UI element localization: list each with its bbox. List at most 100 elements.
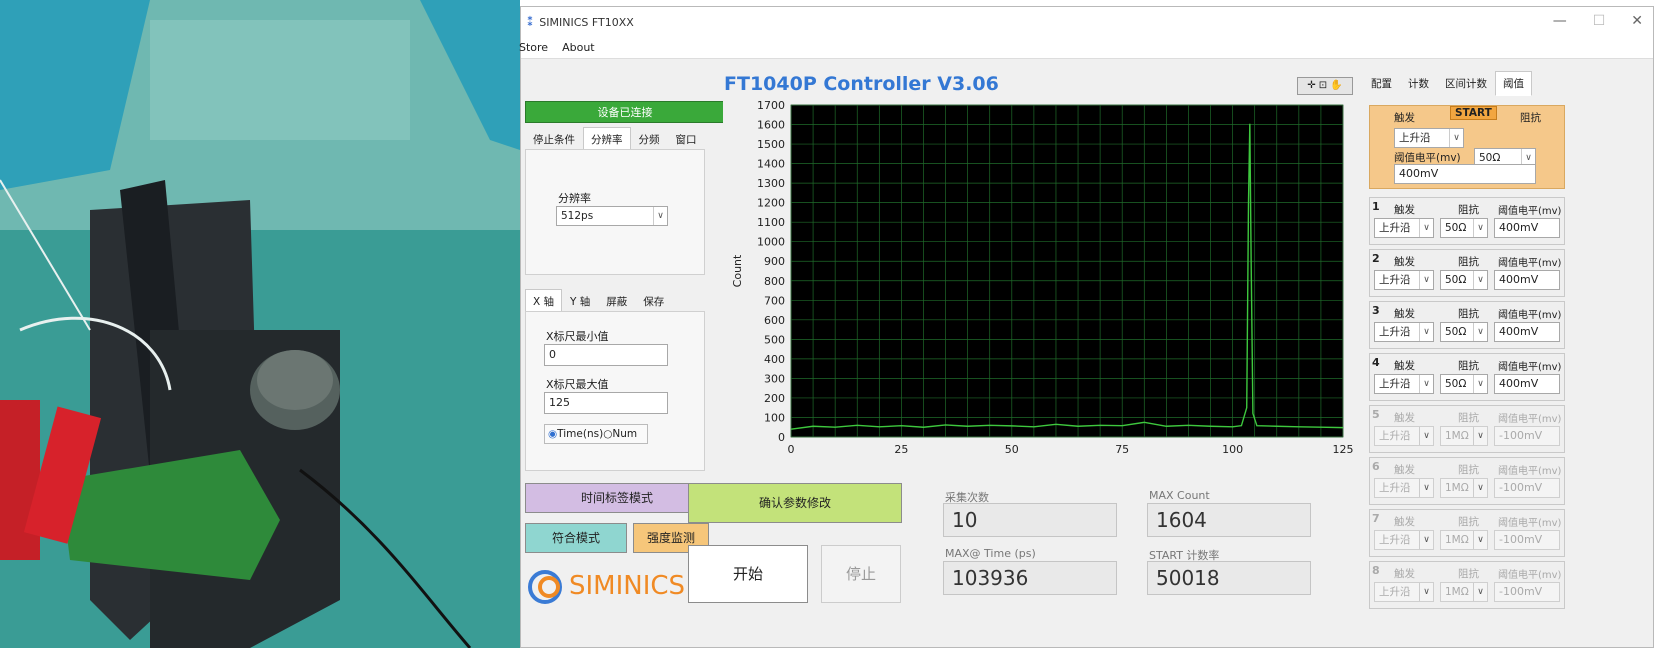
channel-trigger-select[interactable]: 上升沿 ∨ <box>1374 530 1434 550</box>
brand-logo: SIMINICS <box>525 565 711 605</box>
channel-trigger-select[interactable]: 上升沿 ∨ <box>1374 426 1434 446</box>
y-tick-label: 1300 <box>757 177 785 190</box>
channel-threshold-label: 阈值电平(mv) <box>1498 414 1562 425</box>
zoom-icon[interactable]: ⊡ <box>1319 80 1327 91</box>
channel-trigger-label: 触发 <box>1394 412 1415 424</box>
channel-threshold-input[interactable]: 400mV <box>1494 218 1560 238</box>
x-max-input[interactable]: 125 <box>544 392 668 414</box>
y-tick-label: 1200 <box>757 197 785 210</box>
right-panel: 配置 计数 区间计数 阈值 触发 START 阻抗 上升沿 ∨ 50Ω ∨ 阈值电平… <box>1363 67 1653 647</box>
channel-impedance-select[interactable]: 1MΩ ∨ <box>1440 478 1488 498</box>
channel-number: 8 <box>1372 564 1380 577</box>
channel-trigger-label: 触发 <box>1394 360 1415 372</box>
menu-store[interactable]: Store <box>519 41 548 54</box>
channel-trigger-select[interactable]: 上升沿 ∨ <box>1374 270 1434 290</box>
start-impedance-label: 阻抗 <box>1520 112 1541 124</box>
radio-time-label: Time(ns) <box>557 428 604 440</box>
maximize-icon[interactable]: ☐ <box>1593 13 1606 29</box>
y-tick-label: 0 <box>778 431 785 444</box>
x-min-input[interactable]: 0 <box>544 344 668 366</box>
channel-number: 2 <box>1372 252 1380 265</box>
channel-impedance-label: 阻抗 <box>1458 516 1479 528</box>
channel-trigger-value: 上升沿 <box>1379 482 1411 494</box>
channel-threshold-input[interactable]: 400mV <box>1494 322 1560 342</box>
pan-icon[interactable]: ✋ <box>1330 80 1342 91</box>
timetag-mode-button[interactable]: 时间标签模式 <box>525 483 709 513</box>
channel-trigger-select[interactable]: 上升沿 ∨ <box>1374 582 1434 602</box>
channel-threshold-input[interactable]: -100mV <box>1494 478 1560 498</box>
channel-trigger-label: 触发 <box>1394 568 1415 580</box>
graph-palette: ✛ ⊡ ✋ <box>1297 77 1353 95</box>
menu-about[interactable]: About <box>562 41 595 54</box>
channel-threshold-label: 阈值电平(mv) <box>1498 258 1562 269</box>
channel-impedance-select[interactable]: 1MΩ ∨ <box>1440 530 1488 550</box>
channel-number: 3 <box>1372 304 1380 317</box>
close-icon[interactable]: ✕ <box>1631 13 1643 29</box>
stop-button[interactable]: 停止 <box>821 545 901 603</box>
minimize-icon[interactable]: — <box>1553 13 1567 29</box>
channel-impedance-value: 1MΩ <box>1445 586 1469 598</box>
crosshair-icon[interactable]: ✛ <box>1307 80 1315 91</box>
tab-count[interactable]: 计数 <box>1400 71 1437 96</box>
channel-trigger-label: 触发 <box>1394 308 1415 320</box>
tab-interval-count[interactable]: 区间计数 <box>1437 71 1495 96</box>
tab-threshold[interactable]: 阈值 <box>1495 71 1532 96</box>
channel-number: 1 <box>1372 200 1380 213</box>
radio-num-icon[interactable]: ○ <box>603 428 612 440</box>
start-threshold-input[interactable]: 400mV <box>1394 164 1536 184</box>
right-tabbar: 配置 计数 区间计数 阈值 <box>1363 71 1532 96</box>
chevron-down-icon: ∨ <box>1449 129 1463 147</box>
y-tick-label: 500 <box>764 333 785 346</box>
channel-number: 6 <box>1372 460 1380 473</box>
confirm-params-button[interactable]: 确认参数修改 <box>688 483 902 523</box>
channel-threshold-input[interactable]: 400mV <box>1494 270 1560 290</box>
channel-trigger-label: 触发 <box>1394 464 1415 476</box>
channel-group-4: 4 触发 阻抗 阈值电平(mv) 上升沿 ∨ 50Ω ∨ 400mV <box>1369 353 1565 401</box>
channel-impedance-value: 50Ω <box>1445 274 1467 286</box>
channel-threshold-label: 阈值电平(mv) <box>1498 310 1562 321</box>
y-tick-label: 1700 <box>757 99 785 112</box>
y-tick-label: 1500 <box>757 138 785 151</box>
channel-trigger-select[interactable]: 上升沿 ∨ <box>1374 322 1434 342</box>
coincidence-mode-button[interactable]: 符合模式 <box>525 523 627 553</box>
channel-number: 5 <box>1372 408 1380 421</box>
start-trigger-select[interactable]: 上升沿 ∨ <box>1394 128 1464 148</box>
channel-trigger-select[interactable]: 上升沿 ∨ <box>1374 478 1434 498</box>
x-tick-label: 25 <box>894 443 908 456</box>
channel-impedance-select[interactable]: 1MΩ ∨ <box>1440 426 1488 446</box>
tab-config[interactable]: 配置 <box>1363 71 1400 96</box>
start-trigger-value: 上升沿 <box>1399 132 1431 144</box>
setup-photo <box>0 0 520 648</box>
channel-trigger-select[interactable]: 上升沿 ∨ <box>1374 374 1434 394</box>
channel-group-3: 3 触发 阻抗 阈值电平(mv) 上升沿 ∨ 50Ω ∨ 400mV <box>1369 301 1565 349</box>
channel-impedance-select[interactable]: 1MΩ ∨ <box>1440 582 1488 602</box>
resolution-select[interactable]: 512ps ∨ <box>556 206 668 226</box>
channel-threshold-label: 阈值电平(mv) <box>1498 206 1562 217</box>
channel-impedance-select[interactable]: 50Ω ∨ <box>1440 374 1488 394</box>
channel-impedance-select[interactable]: 50Ω ∨ <box>1440 270 1488 290</box>
channel-impedance-select[interactable]: 50Ω ∨ <box>1440 218 1488 238</box>
radio-time-icon[interactable]: ◉ <box>548 428 557 440</box>
channel-impedance-select[interactable]: 50Ω ∨ <box>1440 322 1488 342</box>
chevron-down-icon: ∨ <box>1473 323 1487 341</box>
channel-trigger-label: 触发 <box>1394 516 1415 528</box>
channel-number: 7 <box>1372 512 1380 525</box>
start-button[interactable]: 开始 <box>688 545 808 603</box>
y-tick-label: 700 <box>764 294 785 307</box>
channel-trigger-select[interactable]: 上升沿 ∨ <box>1374 218 1434 238</box>
y-tick-label: 800 <box>764 275 785 288</box>
channel-threshold-input[interactable]: -100mV <box>1494 582 1560 602</box>
channel-group-7: 7 触发 阻抗 阈值电平(mv) 上升沿 ∨ 1MΩ ∨ -100mV <box>1369 509 1565 557</box>
y-tick-label: 1600 <box>757 119 785 132</box>
channel-impedance-label: 阻抗 <box>1458 568 1479 580</box>
x-tick-label: 100 <box>1222 443 1243 456</box>
x-tick-label: 50 <box>1005 443 1019 456</box>
channel-threshold-input[interactable]: -100mV <box>1494 530 1560 550</box>
channel-trigger-value: 上升沿 <box>1379 430 1411 442</box>
start-trigger-label: 触发 <box>1394 112 1415 124</box>
channel-threshold-input[interactable]: -100mV <box>1494 426 1560 446</box>
channel-threshold-input[interactable]: 400mV <box>1494 374 1560 394</box>
start-channel-group: 触发 START 阻抗 上升沿 ∨ 50Ω ∨ 阈值电平(mv) 400mV <box>1369 105 1565 189</box>
max-count-label: MAX Count <box>1149 489 1210 502</box>
channel-number: 4 <box>1372 356 1380 369</box>
